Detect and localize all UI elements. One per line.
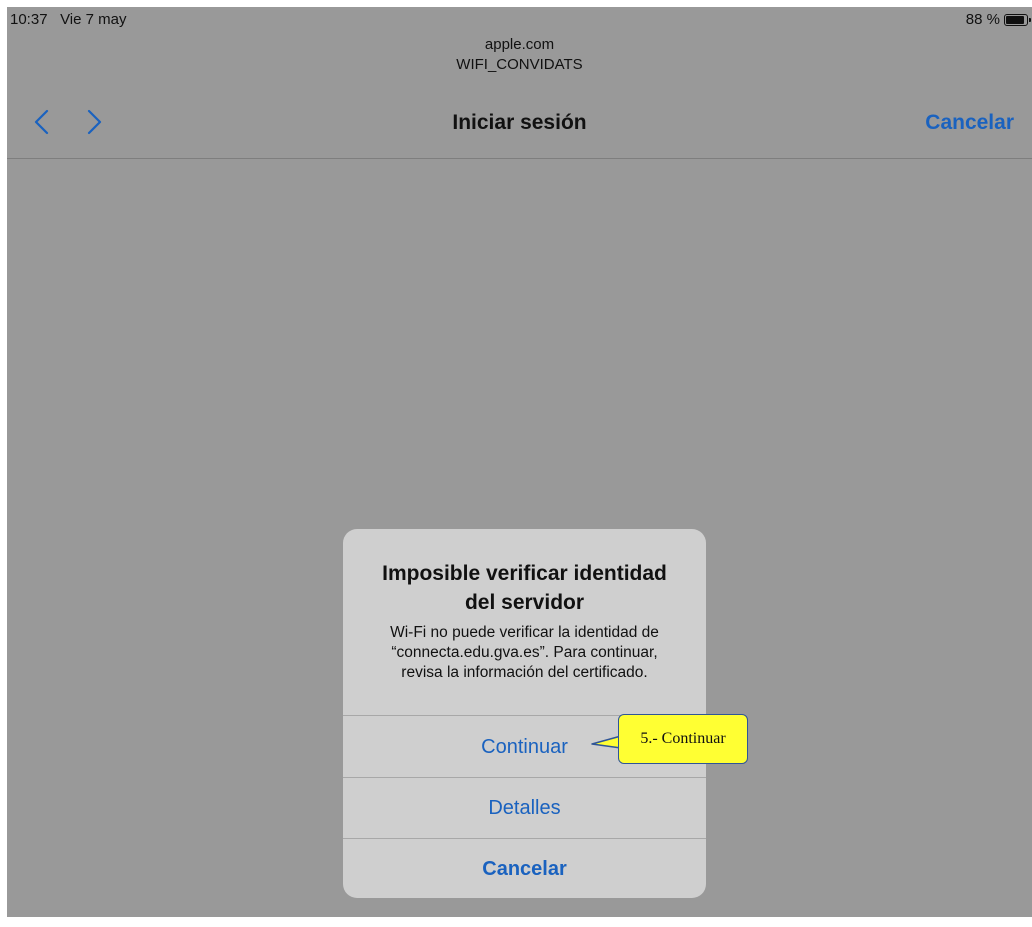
status-bar: 10:37 Vie 7 may 88 % [7,7,1032,33]
chevron-left-icon[interactable] [29,107,55,137]
callout-label: 5.- Continuar [618,714,748,764]
status-right: 88 % [965,11,1031,28]
address-info: apple.com WIFI_CONVIDATS [7,35,1032,75]
alert-title-line: Imposible verificar identidad [382,562,667,585]
alert-message: Wi-Fi no puede verificar la identidad de… [343,623,706,683]
details-button[interactable]: Detalles [343,778,706,838]
status-time-date: 10:37 Vie 7 may [10,11,127,28]
nav-divider [7,158,1032,159]
instruction-callout: 5.- Continuar [591,714,748,764]
address-network: WIFI_CONVIDATS [456,56,583,73]
alert-title-line: del servidor [464,591,585,614]
alert-title: Imposible verificar identidad del servid… [343,559,706,617]
address-domain: apple.com [484,36,555,53]
alert-message-line: “connecta.edu.gva.es”. Para continuar, [391,644,658,661]
alert-message-line: Wi-Fi no puede verificar la identidad de [390,624,659,641]
page-title: Iniciar sesión [452,111,587,134]
alert-cancel-button[interactable]: Cancelar [343,839,706,898]
battery-icon [1004,13,1031,26]
status-time: 10:37 [10,11,48,28]
device-screen: 10:37 Vie 7 may 88 % apple.com WIFI_CONV… [7,7,1032,917]
chevron-right-icon[interactable] [81,107,107,137]
navigation-bar: Iniciar sesión Cancelar [7,103,1032,143]
battery-percentage: 88 % [965,11,1000,28]
nav-cancel-button[interactable]: Cancelar [925,111,1014,135]
alert-message-line: revisa la información del certificado. [401,664,648,681]
status-date: Vie 7 may [60,11,127,28]
